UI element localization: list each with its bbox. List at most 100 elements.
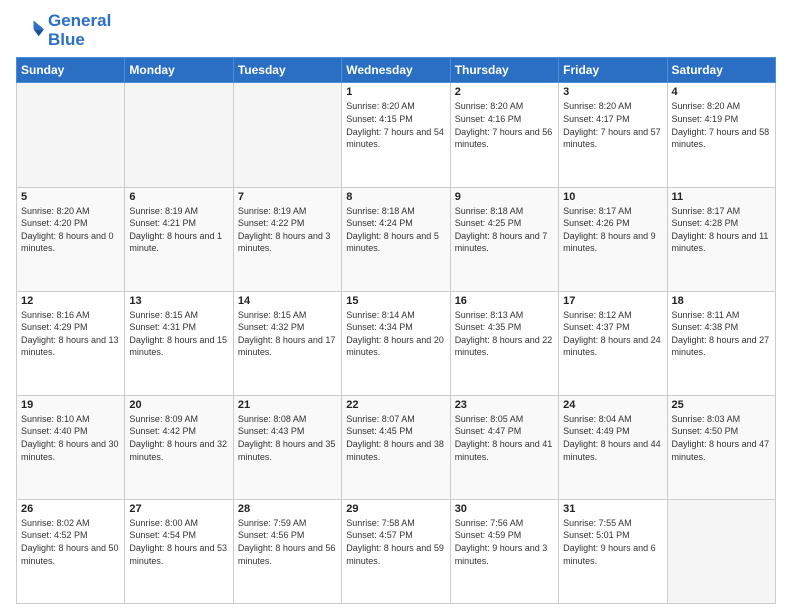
weekday-monday: Monday (125, 58, 233, 83)
day-cell-2: 2 Sunrise: 8:20 AM Sunset: 4:16 PM Daylig… (450, 83, 558, 187)
empty-cell (667, 499, 775, 603)
day-number: 15 (346, 295, 445, 307)
day-info: Sunrise: 8:00 AM Sunset: 4:54 PM Dayligh… (129, 517, 228, 567)
week-row-2: 12 Sunrise: 8:16 AM Sunset: 4:29 PM Dayli… (17, 291, 776, 395)
day-number: 8 (346, 191, 445, 203)
day-number: 12 (21, 295, 120, 307)
day-info: Sunrise: 8:15 AM Sunset: 4:31 PM Dayligh… (129, 309, 228, 359)
day-cell-11: 11 Sunrise: 8:17 AM Sunset: 4:28 PM Dayli… (667, 187, 775, 291)
day-info: Sunrise: 8:12 AM Sunset: 4:37 PM Dayligh… (563, 309, 662, 359)
day-info: Sunrise: 8:18 AM Sunset: 4:25 PM Dayligh… (455, 205, 554, 255)
week-row-0: 1 Sunrise: 8:20 AM Sunset: 4:15 PM Daylig… (17, 83, 776, 187)
week-row-1: 5 Sunrise: 8:20 AM Sunset: 4:20 PM Daylig… (17, 187, 776, 291)
day-info: Sunrise: 8:04 AM Sunset: 4:49 PM Dayligh… (563, 413, 662, 463)
day-info: Sunrise: 8:05 AM Sunset: 4:47 PM Dayligh… (455, 413, 554, 463)
day-number: 4 (672, 86, 771, 98)
day-cell-19: 19 Sunrise: 8:10 AM Sunset: 4:40 PM Dayli… (17, 395, 125, 499)
day-number: 22 (346, 399, 445, 411)
day-info: Sunrise: 8:19 AM Sunset: 4:22 PM Dayligh… (238, 205, 337, 255)
day-cell-10: 10 Sunrise: 8:17 AM Sunset: 4:26 PM Dayli… (559, 187, 667, 291)
day-info: Sunrise: 8:02 AM Sunset: 4:52 PM Dayligh… (21, 517, 120, 567)
day-info: Sunrise: 8:16 AM Sunset: 4:29 PM Dayligh… (21, 309, 120, 359)
day-number: 11 (672, 191, 771, 203)
day-cell-31: 31Sunrise: 7:55 AM Sunset: 5:01 PM Dayli… (559, 499, 667, 603)
empty-cell (125, 83, 233, 187)
day-info: Sunrise: 8:19 AM Sunset: 4:21 PM Dayligh… (129, 205, 228, 255)
day-number: 23 (455, 399, 554, 411)
day-info: Sunrise: 8:15 AM Sunset: 4:32 PM Dayligh… (238, 309, 337, 359)
day-number: 14 (238, 295, 337, 307)
day-info: Sunrise: 8:08 AM Sunset: 4:43 PM Dayligh… (238, 413, 337, 463)
day-info: Sunrise: 8:20 AM Sunset: 4:17 PM Dayligh… (563, 100, 662, 150)
day-cell-25: 25 Sunrise: 8:03 AM Sunset: 4:50 PM Dayli… (667, 395, 775, 499)
day-info: Sunrise: 8:07 AM Sunset: 4:45 PM Dayligh… (346, 413, 445, 463)
logo-text: General Blue (48, 12, 111, 49)
day-number: 24 (563, 399, 662, 411)
day-number: 6 (129, 191, 228, 203)
day-cell-23: 23 Sunrise: 8:05 AM Sunset: 4:47 PM Dayli… (450, 395, 558, 499)
weekday-saturday: Saturday (667, 58, 775, 83)
day-number: 1 (346, 86, 445, 98)
day-cell-6: 6 Sunrise: 8:19 AM Sunset: 4:21 PM Daylig… (125, 187, 233, 291)
day-info: Sunrise: 8:17 AM Sunset: 4:26 PM Dayligh… (563, 205, 662, 255)
day-cell-9: 9 Sunrise: 8:18 AM Sunset: 4:25 PM Daylig… (450, 187, 558, 291)
logo: General Blue (16, 12, 111, 49)
day-info: Sunrise: 8:13 AM Sunset: 4:35 PM Dayligh… (455, 309, 554, 359)
day-number: 3 (563, 86, 662, 98)
day-info: Sunrise: 7:58 AM Sunset: 4:57 PM Dayligh… (346, 517, 445, 567)
empty-cell (17, 83, 125, 187)
day-cell-13: 13 Sunrise: 8:15 AM Sunset: 4:31 PM Dayli… (125, 291, 233, 395)
day-cell-4: 4 Sunrise: 8:20 AM Sunset: 4:19 PM Daylig… (667, 83, 775, 187)
day-info: Sunrise: 8:20 AM Sunset: 4:16 PM Dayligh… (455, 100, 554, 150)
day-number: 19 (21, 399, 120, 411)
day-info: Sunrise: 8:09 AM Sunset: 4:42 PM Dayligh… (129, 413, 228, 463)
logo-icon (16, 17, 44, 45)
day-info: Sunrise: 8:20 AM Sunset: 4:15 PM Dayligh… (346, 100, 445, 150)
week-row-4: 26 Sunrise: 8:02 AM Sunset: 4:52 PM Dayli… (17, 499, 776, 603)
day-cell-12: 12 Sunrise: 8:16 AM Sunset: 4:29 PM Dayli… (17, 291, 125, 395)
day-number: 16 (455, 295, 554, 307)
week-row-3: 19 Sunrise: 8:10 AM Sunset: 4:40 PM Dayli… (17, 395, 776, 499)
day-cell-26: 26 Sunrise: 8:02 AM Sunset: 4:52 PM Dayli… (17, 499, 125, 603)
day-info: Sunrise: 7:59 AM Sunset: 4:56 PM Dayligh… (238, 517, 337, 567)
day-cell-17: 17Sunrise: 8:12 AM Sunset: 4:37 PM Dayli… (559, 291, 667, 395)
day-cell-24: 24 Sunrise: 8:04 AM Sunset: 4:49 PM Dayli… (559, 395, 667, 499)
day-number: 10 (563, 191, 662, 203)
day-cell-16: 16 Sunrise: 8:13 AM Sunset: 4:35 PM Dayli… (450, 291, 558, 395)
day-number: 7 (238, 191, 337, 203)
day-number: 9 (455, 191, 554, 203)
day-cell-18: 18Sunrise: 8:11 AM Sunset: 4:38 PM Dayli… (667, 291, 775, 395)
day-info: Sunrise: 8:10 AM Sunset: 4:40 PM Dayligh… (21, 413, 120, 463)
day-number: 13 (129, 295, 228, 307)
day-info: Sunrise: 8:03 AM Sunset: 4:50 PM Dayligh… (672, 413, 771, 463)
day-cell-20: 20 Sunrise: 8:09 AM Sunset: 4:42 PM Dayli… (125, 395, 233, 499)
day-info: Sunrise: 7:56 AM Sunset: 4:59 PM Dayligh… (455, 517, 554, 567)
day-info: Sunrise: 8:14 AM Sunset: 4:34 PM Dayligh… (346, 309, 445, 359)
weekday-friday: Friday (559, 58, 667, 83)
weekday-header-row: SundayMondayTuesdayWednesdayThursdayFrid… (17, 58, 776, 83)
day-number: 27 (129, 503, 228, 515)
day-number: 30 (455, 503, 554, 515)
day-cell-22: 22 Sunrise: 8:07 AM Sunset: 4:45 PM Dayli… (342, 395, 450, 499)
day-cell-3: 3 Sunrise: 8:20 AM Sunset: 4:17 PM Daylig… (559, 83, 667, 187)
empty-cell (233, 83, 341, 187)
weekday-sunday: Sunday (17, 58, 125, 83)
day-number: 25 (672, 399, 771, 411)
day-number: 31 (563, 503, 662, 515)
day-info: Sunrise: 8:20 AM Sunset: 4:19 PM Dayligh… (672, 100, 771, 150)
day-number: 5 (21, 191, 120, 203)
header: General Blue (16, 12, 776, 49)
day-cell-28: 28Sunrise: 7:59 AM Sunset: 4:56 PM Dayli… (233, 499, 341, 603)
day-cell-1: 1 Sunrise: 8:20 AM Sunset: 4:15 PM Daylig… (342, 83, 450, 187)
day-cell-21: 21Sunrise: 8:08 AM Sunset: 4:43 PM Dayli… (233, 395, 341, 499)
day-info: Sunrise: 8:17 AM Sunset: 4:28 PM Dayligh… (672, 205, 771, 255)
day-cell-7: 7 Sunrise: 8:19 AM Sunset: 4:22 PM Daylig… (233, 187, 341, 291)
day-number: 26 (21, 503, 120, 515)
calendar-table: SundayMondayTuesdayWednesdayThursdayFrid… (16, 57, 776, 604)
day-info: Sunrise: 8:20 AM Sunset: 4:20 PM Dayligh… (21, 205, 120, 255)
day-number: 2 (455, 86, 554, 98)
day-cell-27: 27 Sunrise: 8:00 AM Sunset: 4:54 PM Dayli… (125, 499, 233, 603)
day-cell-30: 30 Sunrise: 7:56 AM Sunset: 4:59 PM Dayli… (450, 499, 558, 603)
day-number: 29 (346, 503, 445, 515)
day-number: 20 (129, 399, 228, 411)
